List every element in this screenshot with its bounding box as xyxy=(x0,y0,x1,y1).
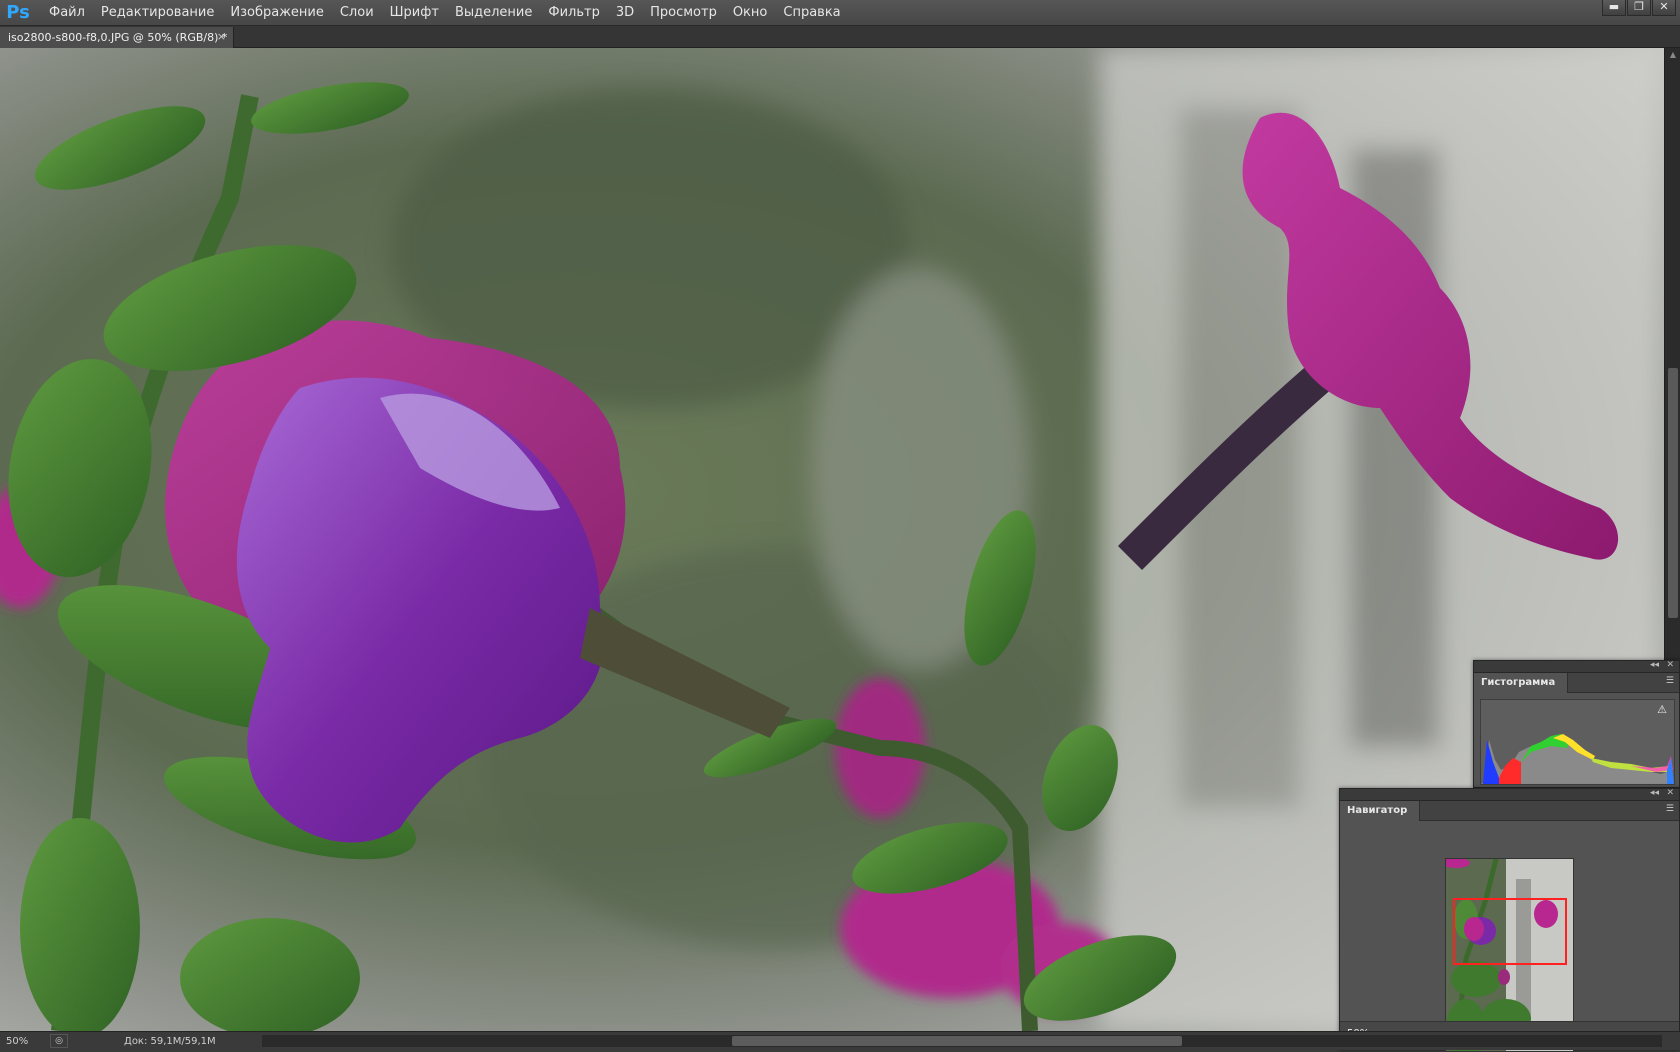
menu-view[interactable]: Просмотр xyxy=(642,2,725,23)
close-window-button[interactable]: ✕ xyxy=(1652,0,1676,16)
histogram-curve xyxy=(1481,734,1674,784)
tab-navigator[interactable]: Навигатор xyxy=(1340,801,1421,821)
vertical-scroll-thumb[interactable] xyxy=(1668,368,1678,618)
navigator-tab-row: Навигатор ☰ xyxy=(1340,801,1679,821)
histogram-panel: ◂◂ ✕ Гистограмма ☰ ⚠ xyxy=(1473,660,1680,788)
collapse-panel-icon[interactable]: ◂◂ xyxy=(1650,660,1659,670)
photoshop-logo-icon[interactable]: Ps xyxy=(5,2,31,24)
panel-menu-icon[interactable]: ☰ xyxy=(1666,676,1674,686)
scroll-up-arrow-icon[interactable]: ▲ xyxy=(1668,50,1678,59)
menu-bar: Ps Файл Редактирование Изображение Слои … xyxy=(0,0,1680,26)
close-panel-icon[interactable]: ✕ xyxy=(1666,660,1674,670)
horizontal-scroll-thumb[interactable] xyxy=(732,1036,1182,1046)
menu-window[interactable]: Окно xyxy=(725,2,776,23)
menu-edit[interactable]: Редактирование xyxy=(93,2,222,23)
restore-button[interactable]: ❐ xyxy=(1627,0,1651,16)
window-controls: ▬ ❐ ✕ xyxy=(1601,0,1676,18)
tab-histogram[interactable]: Гистограмма xyxy=(1474,673,1569,693)
menu-3d[interactable]: 3D xyxy=(608,2,642,23)
navigator-view-frame[interactable] xyxy=(1453,898,1567,965)
document-tab-bar: iso2800-s800-f8,0.JPG @ 50% (RGB/8) * × xyxy=(0,26,1680,48)
document-tab-title: iso2800-s800-f8,0.JPG @ 50% (RGB/8) * xyxy=(8,31,228,44)
minimize-button[interactable]: ▬ xyxy=(1602,0,1626,16)
navigator-panel-header: ◂◂ ✕ xyxy=(1340,788,1679,801)
panel-menu-icon[interactable]: ☰ xyxy=(1666,804,1674,814)
menu-filter[interactable]: Фильтр xyxy=(540,2,607,23)
menu-image[interactable]: Изображение xyxy=(222,2,331,23)
histogram-panel-header: ◂◂ ✕ xyxy=(1474,660,1679,673)
menu-file[interactable]: Файл xyxy=(41,2,93,23)
menu-select[interactable]: Выделение xyxy=(447,2,540,23)
close-panel-icon[interactable]: ✕ xyxy=(1666,788,1674,798)
navigator-panel: ◂◂ ✕ Навигатор ☰ 5 xyxy=(1339,788,1680,1052)
menu-layers[interactable]: Слои xyxy=(332,2,382,23)
close-tab-icon[interactable]: × xyxy=(217,30,226,43)
navigator-body xyxy=(1340,822,1679,1052)
share-icon[interactable]: ◎ xyxy=(50,1034,68,1048)
horizontal-scrollbar[interactable] xyxy=(262,1035,1662,1047)
menu-help[interactable]: Справка xyxy=(775,2,848,23)
document-info: Док: 59,1M/59,1M xyxy=(124,1035,216,1047)
status-zoom-field[interactable]: 50% xyxy=(0,1036,44,1047)
menu-type[interactable]: Шрифт xyxy=(382,2,447,23)
status-bar: 50% ◎ Док: 59,1M/59,1M ▶ ◂ xyxy=(0,1031,1680,1050)
histogram-tab-row: Гистограмма ☰ xyxy=(1474,673,1679,693)
collapse-panel-icon[interactable]: ◂◂ xyxy=(1650,788,1659,798)
histogram-graph: ⚠ xyxy=(1480,699,1675,785)
document-tab[interactable]: iso2800-s800-f8,0.JPG @ 50% (RGB/8) * × xyxy=(0,27,234,48)
